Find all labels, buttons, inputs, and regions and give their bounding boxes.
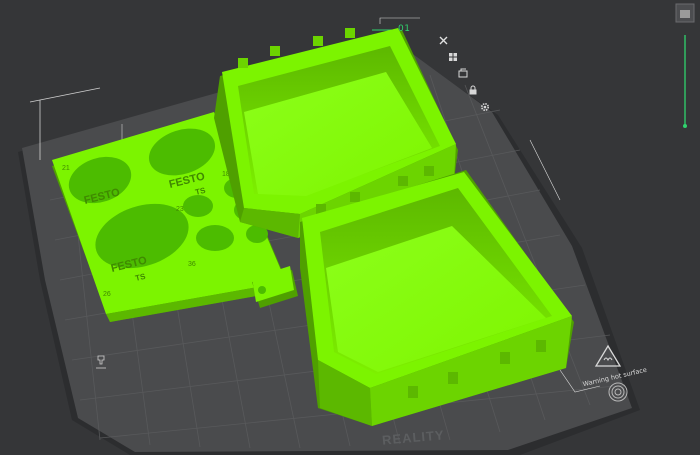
plate-number-label: 01	[398, 24, 411, 34]
auto-orient-button[interactable]	[457, 67, 468, 78]
engraving-26: 26	[103, 291, 111, 298]
arrange-button[interactable]	[447, 51, 458, 62]
engraving-36: 36	[188, 261, 196, 268]
plate-settings-button[interactable]	[479, 101, 490, 112]
engraving-23: 23	[176, 206, 184, 213]
engraving-21: 21	[62, 165, 70, 172]
arrange-icon	[448, 52, 457, 61]
auto-orient-icon	[458, 68, 467, 77]
lock-icon	[469, 85, 476, 94]
3d-viewport[interactable]: FESTO FESTO TS FESTO TS 26 23 36 18 21	[0, 0, 700, 455]
layer-slider[interactable]	[675, 3, 695, 128]
close-plate-button[interactable]	[438, 35, 449, 46]
gear-icon	[480, 102, 489, 111]
close-icon	[439, 36, 448, 45]
lock-plate-button[interactable]	[467, 84, 478, 95]
